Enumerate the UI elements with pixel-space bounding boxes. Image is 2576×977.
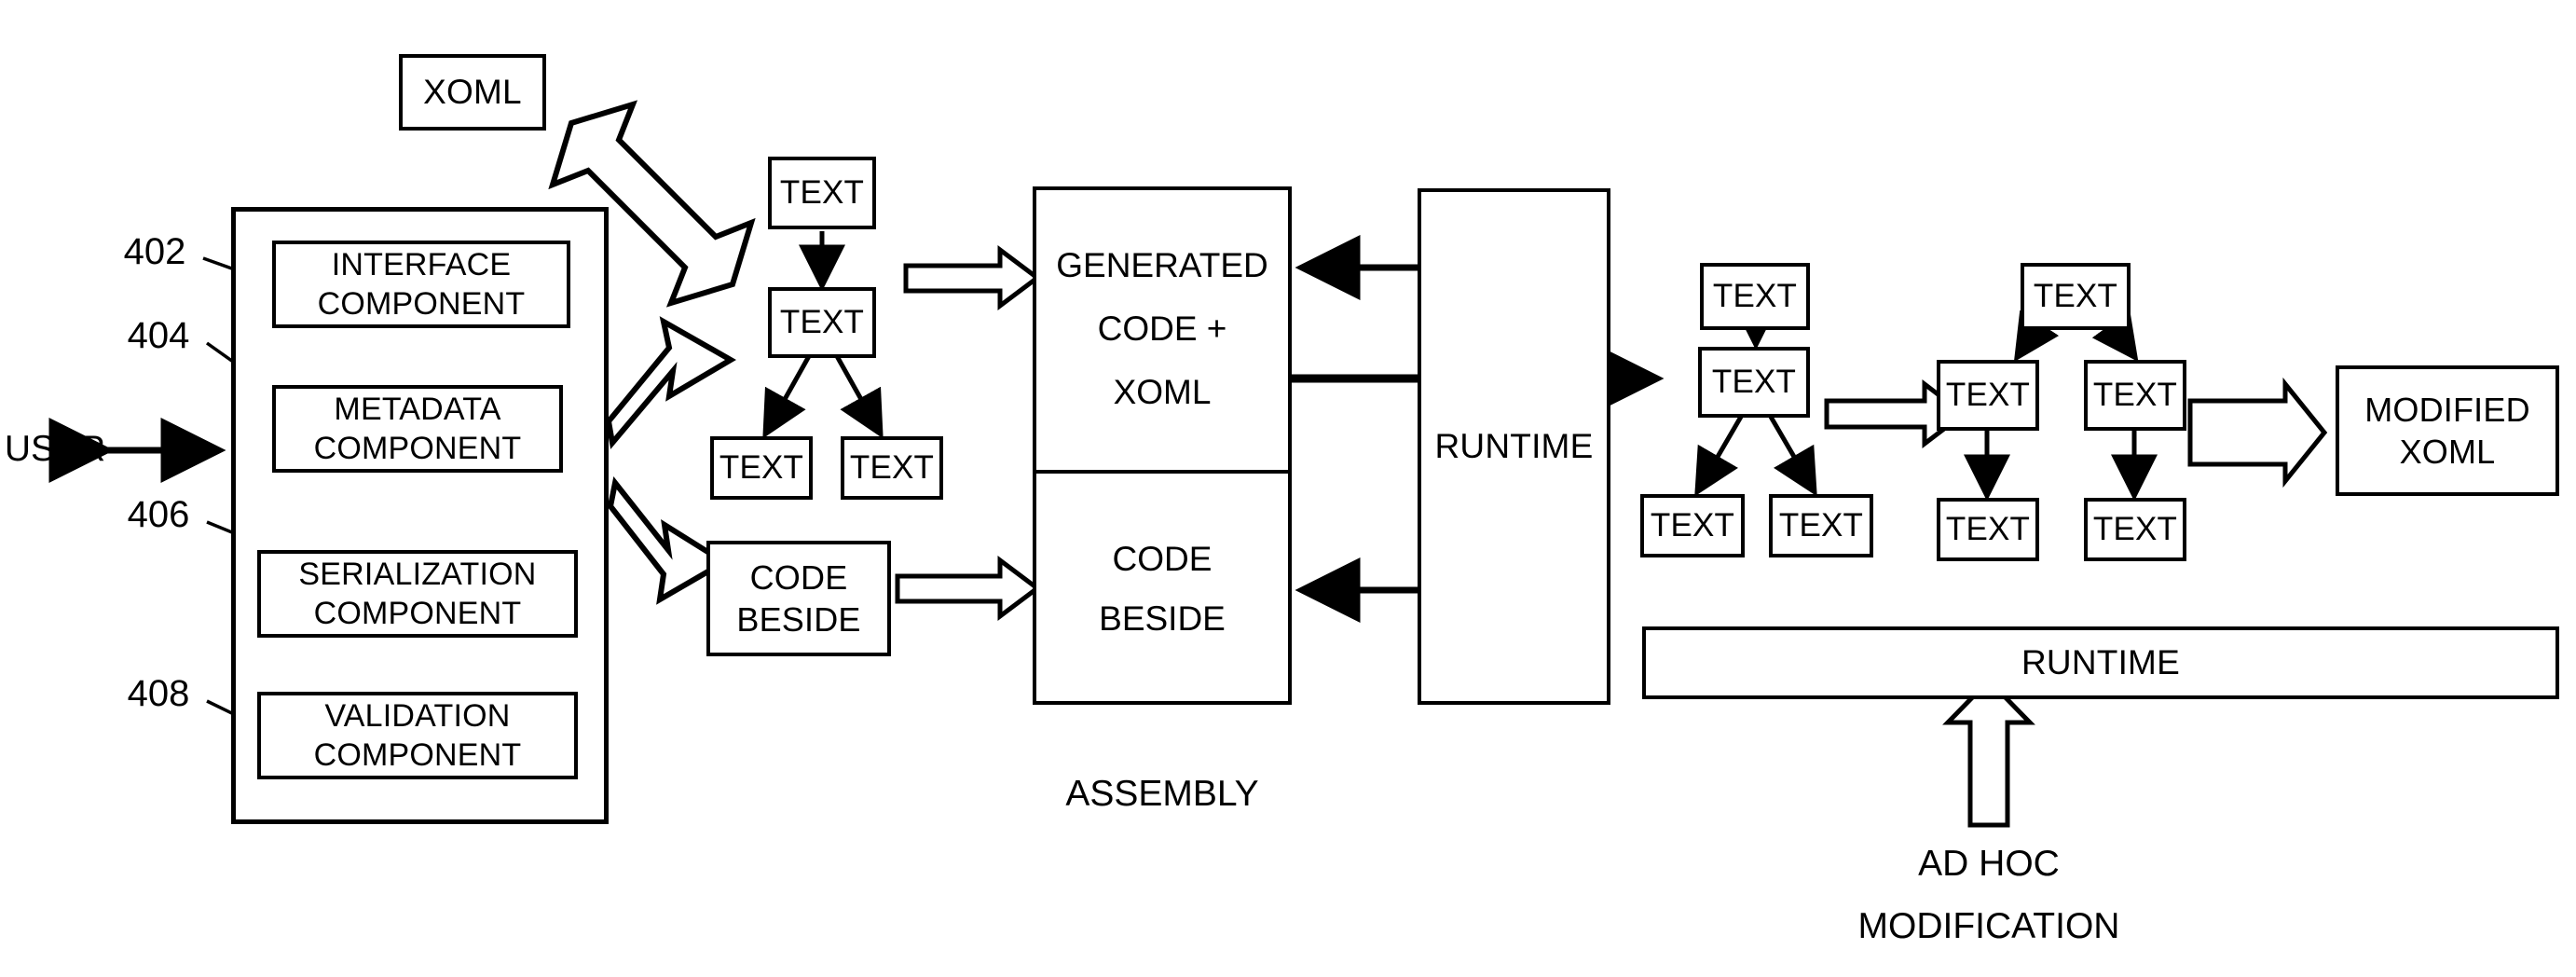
runtime-horizontal-bar[interactable]: RUNTIME xyxy=(1642,626,2559,699)
to-modified-xoml-arrow xyxy=(2187,377,2328,488)
authoring-tree-root[interactable]: TEXT xyxy=(768,157,876,229)
code-beside-source-line1: CODE xyxy=(749,558,848,597)
instance-tree-right-leaf-2[interactable]: TEXT xyxy=(2084,498,2186,561)
ad-hoc-modification-caption-line1: AD HOC xyxy=(1918,844,2060,884)
edge-l-middle-to-leaf1 xyxy=(1694,415,1744,497)
xoml-box-label: XOML xyxy=(423,72,522,111)
instance-tree-left-leaf-1-label: TEXT xyxy=(1650,507,1735,544)
designer-to-tree-arrow xyxy=(605,316,736,449)
instance-tree-left-middle[interactable]: TEXT xyxy=(1698,347,1810,418)
instance-tree-left-leaf-2[interactable]: TEXT xyxy=(1769,494,1873,557)
assembly-generated-line2: CODE + xyxy=(1097,310,1227,348)
reference-numeral-402: 402 xyxy=(123,231,186,272)
authoring-tree-middle[interactable]: TEXT xyxy=(768,287,876,358)
instance-tree-left-root-label: TEXT xyxy=(1712,278,1798,315)
ad-hoc-modification-caption-line2: MODIFICATION xyxy=(1857,906,2120,946)
validation-component-line1: VALIDATION xyxy=(324,697,511,734)
metadata-component-line2: COMPONENT xyxy=(313,431,522,466)
modified-xoml-box[interactable]: MODIFIED XOML xyxy=(2336,365,2559,496)
diagram-canvas: USER 402 404 406 408 XOML INTERFACE COMP… xyxy=(0,0,2576,977)
edge-middle-to-leaf2 xyxy=(834,354,884,439)
authoring-tree-leaf-1-label: TEXT xyxy=(719,449,804,487)
instance-tree-right-root-label: TEXT xyxy=(2033,278,2118,315)
ad-hoc-modification-arrow xyxy=(1942,677,2035,828)
modified-xoml-line1: MODIFIED xyxy=(2364,391,2530,429)
tree-to-assembly-arrow xyxy=(903,245,1042,310)
code-beside-source-line2: BESIDE xyxy=(736,600,861,639)
runtime-vertical-box[interactable]: RUNTIME xyxy=(1418,188,1610,705)
instance-tree-right-leaf-2-label: TEXT xyxy=(2092,511,2178,548)
assembly-caption: ASSEMBLY xyxy=(1065,774,1259,814)
interface-component-line1: INTERFACE xyxy=(331,246,512,282)
serialization-component-line2: COMPONENT xyxy=(313,596,522,631)
instance-tree-left-leaf-2-label: TEXT xyxy=(1778,507,1864,544)
interface-component-line2: COMPONENT xyxy=(317,286,526,322)
reference-numeral-408: 408 xyxy=(127,673,190,714)
authoring-tree-leaf-2[interactable]: TEXT xyxy=(841,436,943,500)
metadata-component-line1: METADATA xyxy=(334,391,501,427)
validation-component[interactable]: VALIDATION COMPONENT xyxy=(257,692,578,779)
xoml-box[interactable]: XOML xyxy=(399,54,546,131)
instance-tree-right-leaf-1-label: TEXT xyxy=(1945,511,2031,548)
authoring-tree-middle-label: TEXT xyxy=(779,304,865,341)
edge-middle-to-leaf1 xyxy=(762,354,812,439)
instance-tree-right-root[interactable]: TEXT xyxy=(2021,263,2131,330)
assembly-code-beside-line1: CODE xyxy=(1112,540,1213,578)
instance-tree-left-middle-label: TEXT xyxy=(1711,364,1797,401)
instance-tree-left-leaf-1[interactable]: TEXT xyxy=(1640,494,1745,557)
user-label: USER xyxy=(4,429,106,469)
validation-component-line2: COMPONENT xyxy=(313,737,522,773)
instance-tree-right-child-1-label: TEXT xyxy=(1945,377,2031,414)
serialization-component-line1: SERIALIZATION xyxy=(298,556,537,592)
assembly-divider xyxy=(1033,470,1292,474)
interface-component[interactable]: INTERFACE COMPONENT xyxy=(272,241,570,328)
assembly-generated-line3: XOML xyxy=(1113,373,1212,411)
reference-numeral-406: 406 xyxy=(127,494,190,535)
assembly-generated-section: GENERATED CODE + XOML xyxy=(1033,194,1292,464)
edge-l-middle-to-leaf2 xyxy=(1768,415,1817,497)
metadata-component[interactable]: METADATA COMPONENT xyxy=(272,385,563,473)
instance-tree-right-child-2-label: TEXT xyxy=(2092,377,2178,414)
authoring-tree-leaf-1[interactable]: TEXT xyxy=(710,436,813,500)
runtime-vertical-label: RUNTIME xyxy=(1434,426,1594,465)
instance-tree-left-root[interactable]: TEXT xyxy=(1700,263,1810,330)
instance-tree-right-child-1[interactable]: TEXT xyxy=(1937,360,2039,431)
assembly-generated-line1: GENERATED xyxy=(1056,246,1268,284)
instance-tree-right-leaf-1[interactable]: TEXT xyxy=(1937,498,2039,561)
runtime-horizontal-label: RUNTIME xyxy=(2021,642,2180,681)
reference-numeral-404: 404 xyxy=(127,315,190,356)
authoring-tree-root-label: TEXT xyxy=(779,174,865,212)
authoring-tree-leaf-2-label: TEXT xyxy=(849,449,935,487)
modified-xoml-line2: XOML xyxy=(2399,433,2496,471)
assembly-code-beside-section: CODE BESIDE xyxy=(1033,477,1292,701)
codebeside-to-assembly-arrow xyxy=(895,556,1042,621)
code-beside-source[interactable]: CODE BESIDE xyxy=(706,541,891,656)
assembly-code-beside-line2: BESIDE xyxy=(1099,599,1226,638)
serialization-component[interactable]: SERIALIZATION COMPONENT xyxy=(257,550,578,638)
instance-tree-right-child-2[interactable]: TEXT xyxy=(2084,360,2186,431)
